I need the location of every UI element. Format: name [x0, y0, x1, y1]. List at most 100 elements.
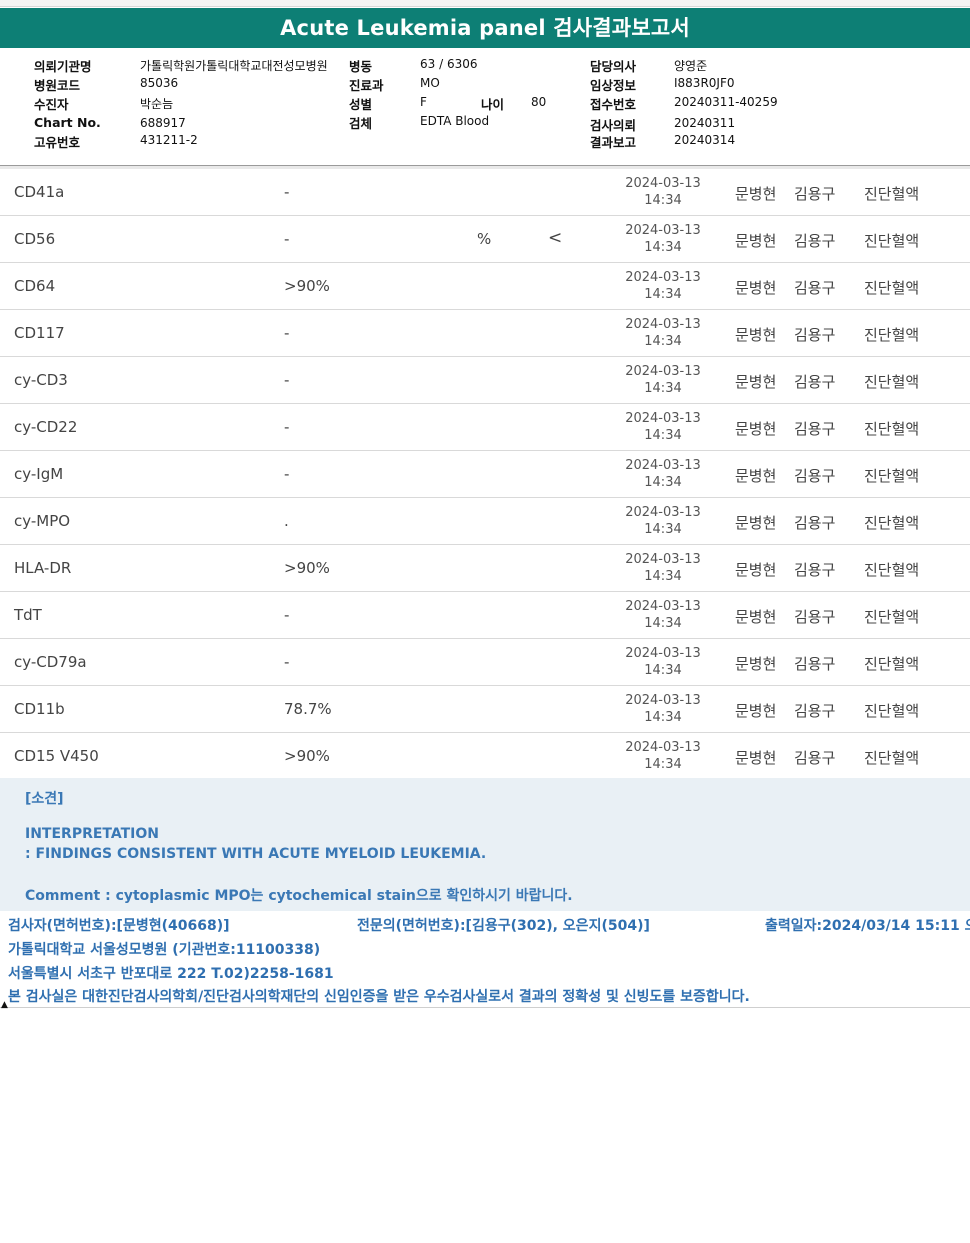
technician-name: 문병현 — [735, 326, 777, 344]
result-time: 14:34 — [644, 334, 682, 349]
result-time: 14:34 — [644, 757, 682, 772]
institution-label: 의뢰기관명 — [34, 59, 92, 74]
doctor-name: 김용구 — [794, 185, 836, 203]
doctor-name: 김용구 — [794, 702, 836, 720]
result-time: 14:34 — [644, 475, 682, 490]
patient-info-panel: 의뢰기관명 가톨릭학원가톨릭대학교대전성모병원 병원코드 85036 수진자 박… — [0, 48, 970, 166]
department-name: 진단혈액 — [864, 514, 920, 532]
specialist-info: 전문의(면허번호):[김용구(302), 오은지(504)] — [357, 918, 650, 934]
hospital-info: 가톨릭대학교 서울성모병원 (기관번호:11100338) — [8, 942, 321, 958]
test-name: CD11b — [14, 700, 65, 718]
result-datetime: 2024-03-13 14:34 — [618, 645, 708, 679]
test-result: - — [284, 371, 290, 389]
certification-note: 본 검사실은 대한진단검사의학회/진단검사의학재단의 신임인증을 받은 우수검사… — [8, 989, 750, 1005]
patient-label: 수진자 — [34, 97, 69, 112]
technician-name: 문병현 — [735, 514, 777, 532]
result-date: 2024-03-13 — [625, 552, 701, 567]
test-result: - — [284, 230, 290, 248]
chart-no-value: 688917 — [140, 116, 186, 130]
test-result: >90% — [284, 559, 330, 577]
patient-name-value: 박순늠 — [140, 97, 174, 111]
comment-section: [소견] INTERPRETATION : FINDINGS CONSISTEN… — [0, 778, 970, 911]
report-date-value: 20240314 — [674, 133, 736, 147]
comment-heading: [소견] — [25, 791, 64, 807]
test-name: cy-CD3 — [14, 371, 68, 389]
result-time: 14:34 — [644, 381, 682, 396]
unique-no-label: 고유번호 — [34, 135, 81, 150]
result-row: CD11b 78.7% 2024-03-13 14:34 문병현 김용구 진단혈액 — [0, 686, 970, 733]
result-datetime: 2024-03-13 14:34 — [618, 363, 708, 397]
doctor-name: 김용구 — [794, 514, 836, 532]
interpretation-title: INTERPRETATION — [25, 826, 160, 842]
doctor-name: 김용구 — [794, 561, 836, 579]
result-row: cy-CD79a - 2024-03-13 14:34 문병현 김용구 진단혈액 — [0, 639, 970, 686]
test-name: CD64 — [14, 277, 56, 295]
department-name: 진단혈액 — [864, 608, 920, 626]
test-name: CD56 — [14, 230, 56, 248]
result-row: TdT - 2024-03-13 14:34 문병현 김용구 진단혈액 — [0, 592, 970, 639]
doctor-name: 김용구 — [794, 608, 836, 626]
result-date: 2024-03-13 — [625, 411, 701, 426]
doctor-name: 김용구 — [794, 655, 836, 673]
sex-label: 성별 — [349, 97, 373, 112]
doctor-name: 김용구 — [794, 373, 836, 391]
technician-name: 문병현 — [735, 373, 777, 391]
specimen-label: 검체 — [349, 116, 373, 131]
test-result: - — [284, 183, 290, 201]
department-name: 진단혈액 — [864, 185, 920, 203]
window-top-border — [0, 0, 970, 7]
hospital-code-value: 85036 — [140, 76, 179, 90]
result-time: 14:34 — [644, 616, 682, 631]
department-name: 진단혈액 — [864, 232, 920, 250]
result-datetime: 2024-03-13 14:34 — [618, 504, 708, 538]
doctor-name: 김용구 — [794, 749, 836, 767]
doctor-name: 김용구 — [794, 279, 836, 297]
result-row: CD64 >90% 2024-03-13 14:34 문병현 김용구 진단혈액 — [0, 263, 970, 310]
department-name: 진단혈액 — [864, 749, 920, 767]
print-date: 출력일자:2024/03/14 15:11 오후 — [765, 918, 970, 934]
department-name: 진단혈액 — [864, 655, 920, 673]
result-time: 14:34 — [644, 193, 682, 208]
test-result: . — [284, 512, 289, 530]
dept-label: 진료과 — [349, 78, 384, 93]
result-date: 2024-03-13 — [625, 458, 701, 473]
test-unit: % — [477, 230, 492, 248]
department-name: 진단혈액 — [864, 467, 920, 485]
hospital-address: 서울특별시 서초구 반포대로 222 T.02)2258-1681 — [8, 966, 334, 982]
test-result: - — [284, 324, 290, 342]
result-datetime: 2024-03-13 14:34 — [618, 739, 708, 773]
technician-name: 문병현 — [735, 232, 777, 250]
result-datetime: 2024-03-13 14:34 — [618, 410, 708, 444]
result-time: 14:34 — [644, 663, 682, 678]
chart-no-label: Chart No. — [34, 115, 101, 130]
age-value: 80 — [531, 95, 547, 109]
result-time: 14:34 — [644, 287, 682, 302]
age-label: 나이 — [481, 97, 505, 112]
test-name: cy-CD22 — [14, 418, 78, 436]
result-time: 14:34 — [644, 240, 682, 255]
doctor-name: 김용구 — [794, 232, 836, 250]
test-flag: < — [548, 228, 563, 248]
tester-info: 검사자(면허번호):[문병현(40668)] — [8, 918, 230, 934]
technician-name: 문병현 — [735, 655, 777, 673]
test-name: TdT — [14, 606, 42, 624]
result-date: 2024-03-13 — [625, 223, 701, 238]
receipt-no-value: 20240311-40259 — [674, 95, 778, 109]
clinical-info-value: I883R0JF0 — [674, 76, 735, 90]
request-date-value: 20240311 — [674, 116, 736, 130]
result-date: 2024-03-13 — [625, 317, 701, 332]
result-datetime: 2024-03-13 14:34 — [618, 269, 708, 303]
result-row: cy-IgM - 2024-03-13 14:34 문병현 김용구 진단혈액 — [0, 451, 970, 498]
test-name: CD41a — [14, 183, 65, 201]
ward-value: 63 / 6306 — [420, 57, 478, 71]
physician-value: 양영준 — [674, 59, 708, 73]
test-result: - — [284, 653, 290, 671]
technician-name: 문병현 — [735, 749, 777, 767]
result-datetime: 2024-03-13 14:34 — [618, 222, 708, 256]
doctor-name: 김용구 — [794, 420, 836, 438]
technician-name: 문병현 — [735, 420, 777, 438]
technician-name: 문병현 — [735, 608, 777, 626]
result-datetime: 2024-03-13 14:34 — [618, 692, 708, 726]
ward-label: 병동 — [349, 59, 373, 74]
result-row: CD56 - % < 2024-03-13 14:34 문병현 김용구 진단혈액 — [0, 216, 970, 263]
